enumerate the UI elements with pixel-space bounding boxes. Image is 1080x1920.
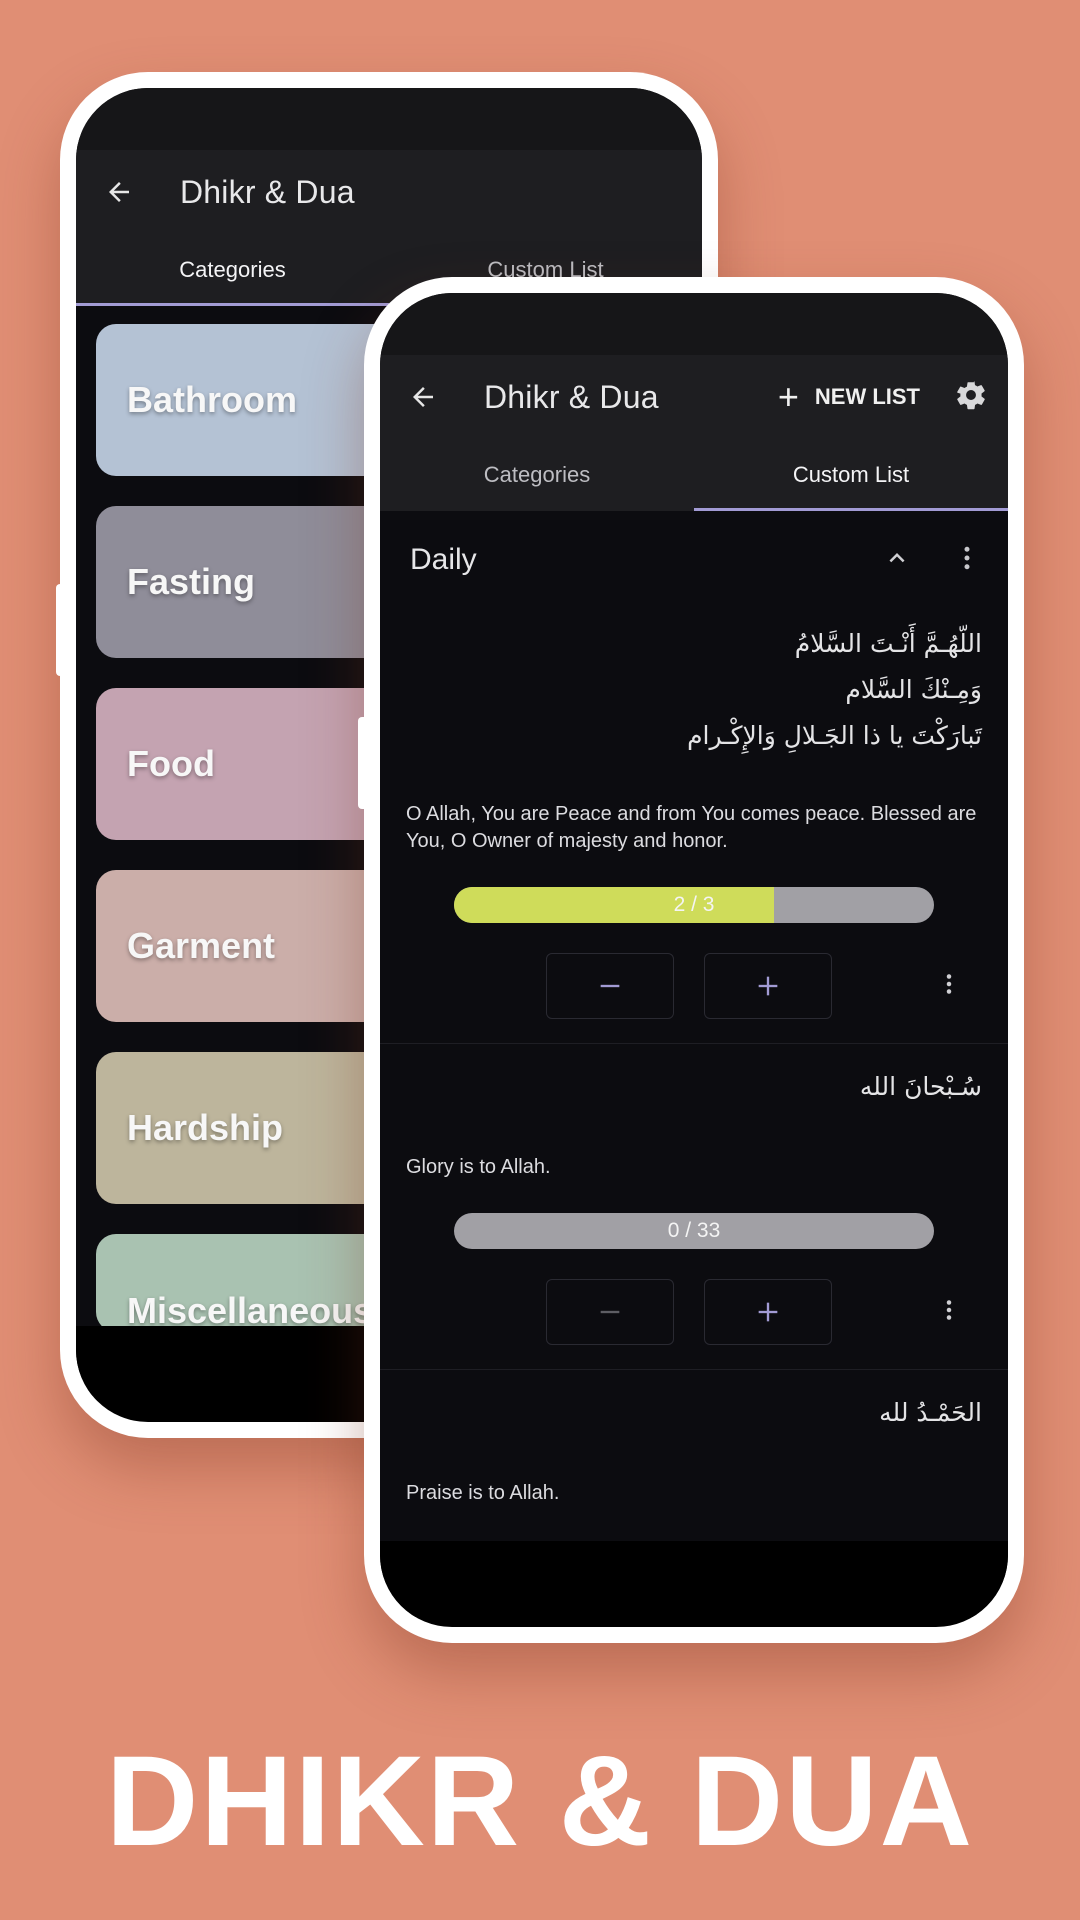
category-label: Hardship <box>127 1107 284 1148</box>
category-label: Fasting <box>127 561 256 602</box>
plus-icon <box>758 976 778 996</box>
translation-text: Praise is to Allah. <box>406 1482 560 1504</box>
progress-label: 2 / 3 <box>673 893 715 916</box>
group-header: Daily <box>380 511 1008 609</box>
tab-categories[interactable]: Categories <box>380 439 694 511</box>
arrow-back-icon[interactable] <box>102 175 136 209</box>
custom-list-body: Daily اللّهُـمَّ أَنْـتَ السَّلامُ وَمِـ… <box>380 511 1008 1541</box>
dhikr-item: اللّهُـمَّ أَنْـتَ السَّلامُ وَمِـنْكَ ا… <box>380 621 1008 1044</box>
tab-categories[interactable]: Categories <box>76 234 389 306</box>
translation-text: Glory is to Allah. <box>406 1156 551 1178</box>
tab-bar: Categories Custom List <box>380 439 1008 511</box>
plus-icon: + <box>777 376 799 417</box>
increment-button[interactable] <box>704 1279 832 1345</box>
category-label: Bathroom <box>127 379 297 420</box>
counter-controls <box>406 953 982 1019</box>
more-vert-icon[interactable] <box>952 543 982 578</box>
category-label: Food <box>127 743 215 784</box>
navigation-bar <box>380 1541 1008 1617</box>
app-title: Dhikr & Dua <box>180 173 355 210</box>
progress-label: 0 / 33 <box>667 1219 721 1242</box>
new-list-label: NEW LIST <box>814 384 920 409</box>
app-bar: Dhikr & Dua <box>76 150 702 234</box>
chevron-up-icon[interactable] <box>882 543 912 578</box>
dhikr-item: الحَمْـدُ لله Praise is to Allah. <box>380 1390 1008 1531</box>
new-list-button[interactable]: + NEW LIST <box>778 379 920 415</box>
app-bar: Dhikr & Dua + NEW LIST <box>380 355 1008 439</box>
minus-icon <box>600 1310 620 1314</box>
plus-icon <box>758 1302 778 1322</box>
tab-custom-list[interactable]: Custom List <box>694 439 1008 511</box>
status-bar <box>380 293 1008 355</box>
category-label: Miscellaneous <box>127 1290 374 1326</box>
counter-controls <box>406 1279 982 1345</box>
app-title: Dhikr & Dua <box>484 378 659 415</box>
gear-icon[interactable] <box>954 378 988 417</box>
arrow-back-icon[interactable] <box>406 380 440 414</box>
decrement-button[interactable] <box>546 1279 674 1345</box>
count-progress-bar: 0 / 33 <box>454 1213 934 1249</box>
more-vert-icon[interactable] <box>934 1295 964 1330</box>
hero-title: DHIKR & DUA <box>105 1730 975 1873</box>
arabic-text: الحَمْـدُ لله <box>879 1398 982 1427</box>
translation-text: O Allah, You are Peace and from You come… <box>406 803 977 852</box>
decrement-button[interactable] <box>546 953 674 1019</box>
minus-icon <box>600 984 620 988</box>
phone-side-button <box>56 584 64 676</box>
front-phone-screen: Dhikr & Dua + NEW LIST Categories Custom… <box>380 293 1008 1627</box>
category-label: Garment <box>127 925 276 966</box>
arabic-text: اللّهُـمَّ أَنْـتَ السَّلامُ وَمِـنْكَ ا… <box>687 629 982 750</box>
arabic-text: سُـبْحانَ الله <box>859 1072 982 1101</box>
count-progress-bar: 2 / 3 <box>454 887 934 923</box>
phone-side-button <box>358 717 368 809</box>
front-phone-frame: Dhikr & Dua + NEW LIST Categories Custom… <box>358 277 1024 1643</box>
dhikr-item: سُـبْحانَ الله Glory is to Allah. 0 / 33 <box>380 1064 1008 1370</box>
increment-button[interactable] <box>704 953 832 1019</box>
more-vert-icon[interactable] <box>934 969 964 1004</box>
status-bar <box>76 88 702 150</box>
group-title: Daily <box>410 543 477 576</box>
